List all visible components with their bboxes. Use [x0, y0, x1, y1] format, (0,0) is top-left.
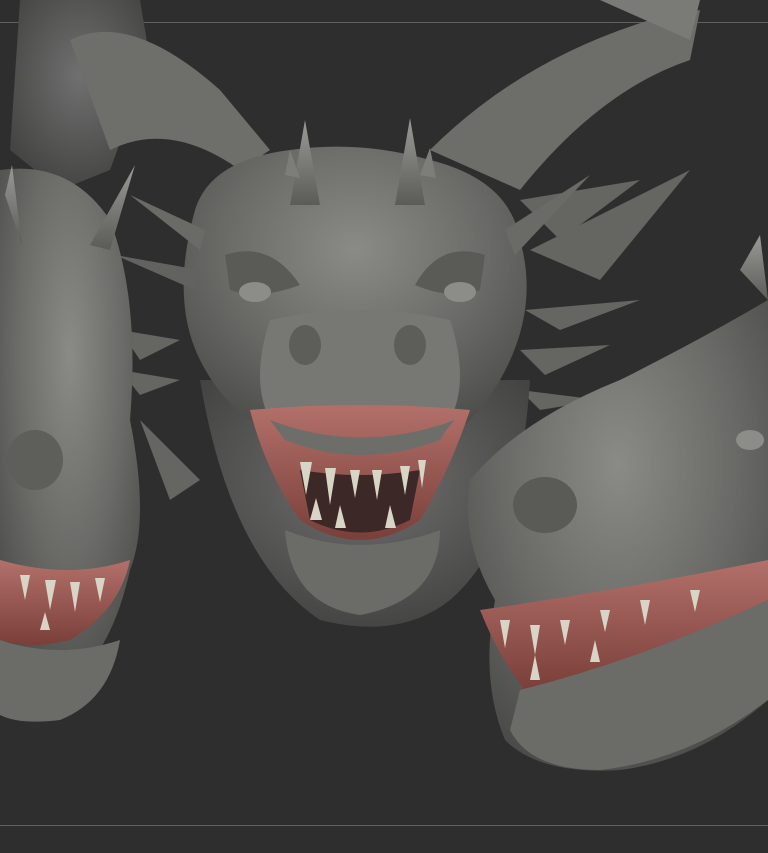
wing-right: [430, 0, 700, 190]
3d-viewport[interactable]: [0, 0, 768, 853]
left-head: [0, 165, 140, 722]
wing-left: [10, 0, 270, 190]
dragon-sculpt-render[interactable]: [0, 0, 768, 853]
